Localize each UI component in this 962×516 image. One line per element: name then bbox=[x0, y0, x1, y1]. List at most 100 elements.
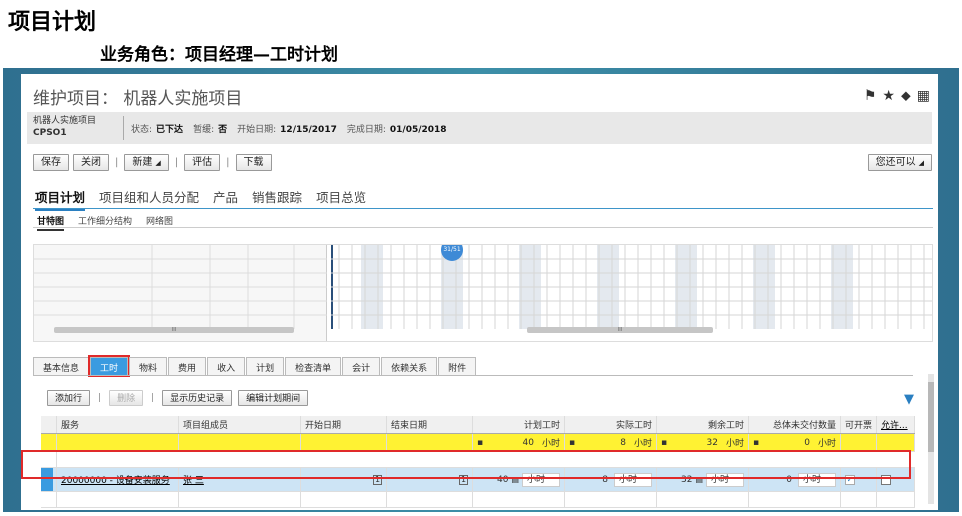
tab-gantt[interactable]: 甘特图 bbox=[37, 214, 65, 231]
row-member-cell[interactable]: 张 三 bbox=[179, 468, 301, 491]
row-open-quantity[interactable]: 0 小时 bbox=[749, 468, 841, 491]
tab-labor[interactable]: 工时 bbox=[88, 355, 131, 377]
col-service[interactable]: 服务 bbox=[57, 416, 179, 433]
more-actions-button[interactable]: 您还可以 ◢ bbox=[867, 154, 932, 171]
row-selector[interactable] bbox=[41, 468, 57, 491]
close-button[interactable]: 关闭 bbox=[73, 154, 109, 171]
row-planned-hours[interactable]: 40 ▤ 小时 bbox=[473, 468, 565, 491]
labor-toolbar: 添加行 | 删除 | 显示历史记录 编辑计划期间 bbox=[47, 390, 309, 406]
totals-marker bbox=[41, 434, 57, 451]
actual-unit[interactable]: 小时 bbox=[614, 472, 652, 487]
view-tabs-divider bbox=[33, 227, 933, 228]
save-button[interactable]: 保存 bbox=[33, 154, 69, 171]
table-header: 服务 项目组成员 开始日期 结束日期 计划工时 实际工时 剩余工时 总体未交付数… bbox=[41, 416, 915, 434]
row-remaining-hours[interactable]: 32 ▤ 小时 bbox=[657, 468, 749, 491]
col-remaining-hours[interactable]: 剩余工时 bbox=[657, 416, 749, 433]
col-open-quantity[interactable]: 总体未交付数量 bbox=[749, 416, 841, 433]
tab-attachments[interactable]: 附件 bbox=[438, 357, 477, 375]
tab-wbs[interactable]: 工作细分结构 bbox=[78, 214, 132, 231]
gantt-right-scrollbar[interactable]: III bbox=[527, 327, 713, 333]
open-qty-value[interactable]: 0 bbox=[786, 475, 792, 485]
row-planned-hours[interactable] bbox=[473, 492, 565, 507]
star-icon[interactable]: ★ bbox=[882, 88, 895, 104]
main-tabs-divider bbox=[33, 208, 933, 209]
details-icon[interactable]: ▤ bbox=[511, 475, 519, 484]
end-date-label: 完成日期: bbox=[346, 125, 386, 135]
tab-expenses[interactable]: 费用 bbox=[168, 357, 207, 375]
show-history-button[interactable]: 显示历史记录 bbox=[162, 390, 233, 406]
edit-plan-period-button[interactable]: 编辑计划期间 bbox=[238, 390, 309, 406]
tag-icon[interactable]: ⬥ bbox=[901, 88, 911, 104]
more-actions-label: 您还可以 bbox=[875, 157, 916, 168]
row-invoiceable[interactable]: ✓ bbox=[841, 468, 877, 491]
col-allow[interactable]: 允许... bbox=[877, 416, 915, 433]
remaining-unit[interactable]: 小时 bbox=[706, 472, 744, 487]
col-start-date[interactable]: 开始日期 bbox=[301, 416, 387, 433]
col-planned-hours[interactable]: 计划工时 bbox=[473, 416, 565, 433]
tab-network[interactable]: 网络图 bbox=[146, 214, 173, 231]
remaining-hours-value[interactable]: 32 bbox=[681, 475, 692, 485]
col-member[interactable]: 项目组成员 bbox=[179, 416, 301, 433]
actual-hours-value[interactable]: 8 bbox=[602, 475, 608, 485]
new-button[interactable]: 新建 ◢ bbox=[124, 154, 169, 171]
tab-basic-info[interactable]: 基本信息 bbox=[33, 357, 90, 375]
detail-tabs: 基本信息 工时 物料 费用 收入 计划 检查清单 会计 依赖关系 附件 bbox=[33, 355, 477, 377]
totals-actual-value: 8 bbox=[620, 437, 626, 448]
row-open-quantity[interactable] bbox=[749, 492, 841, 507]
row-service-cell[interactable]: 20000000 - 设备安装服务 bbox=[57, 468, 179, 491]
planned-hours-value[interactable]: 40 bbox=[497, 475, 508, 485]
tab-checklist[interactable]: 检查清单 bbox=[285, 357, 342, 375]
row-actual-hours[interactable]: 8 小时 bbox=[565, 468, 657, 491]
row-selector[interactable] bbox=[41, 492, 57, 507]
row-start-date[interactable]: 1 bbox=[301, 468, 387, 491]
add-row-button[interactable]: 添加行 bbox=[47, 390, 91, 406]
row-end-date[interactable] bbox=[387, 492, 473, 507]
tab-materials[interactable]: 物料 bbox=[129, 357, 168, 375]
project-name: 机器人实施项目 bbox=[33, 116, 97, 126]
main-toolbar: 保存 关闭 | 新建 ◢ | 评估 | 下载 bbox=[33, 154, 272, 171]
tab-accounting[interactable]: 会计 bbox=[342, 357, 381, 375]
row-allow[interactable] bbox=[877, 468, 915, 491]
scroll-thumb[interactable] bbox=[928, 382, 934, 452]
col-invoiceable[interactable]: 可开票 bbox=[841, 416, 877, 433]
page-title: 维护项目： 机器人实施项目 bbox=[33, 89, 243, 109]
allow-checkbox[interactable] bbox=[881, 474, 891, 485]
invoiceable-checkbox[interactable]: ✓ bbox=[845, 474, 855, 485]
totals-allow bbox=[877, 434, 915, 451]
table-row[interactable]: 20000000 - 设备安装服务 张 三 1 1 40 ▤ 小时 8 小时 32 ▤ 小… bbox=[41, 468, 915, 492]
service-link[interactable]: 20000000 - 设备安装服务 bbox=[61, 473, 170, 486]
row-actual-hours[interactable] bbox=[565, 492, 657, 507]
member-link[interactable]: 张 三 bbox=[183, 473, 204, 486]
new-button-label: 新建 bbox=[132, 157, 153, 168]
filter-icon[interactable]: ▼ bbox=[904, 392, 914, 407]
start-date-value: 12/15/2017 bbox=[280, 125, 337, 135]
tab-revenue[interactable]: 收入 bbox=[207, 357, 246, 375]
export-icon[interactable]: ▦ bbox=[917, 88, 930, 104]
col-end-date[interactable]: 结束日期 bbox=[387, 416, 473, 433]
table-row[interactable] bbox=[41, 492, 915, 508]
col-actual-hours[interactable]: 实际工时 bbox=[565, 416, 657, 433]
row-start-date[interactable] bbox=[301, 492, 387, 507]
flag-icon[interactable]: ⚑ bbox=[864, 88, 877, 104]
details-icon[interactable]: ▤ bbox=[695, 475, 703, 484]
row-remaining-hours[interactable] bbox=[657, 492, 749, 507]
row-invoiceable[interactable] bbox=[841, 492, 877, 507]
tab-plan[interactable]: 计划 bbox=[246, 357, 285, 375]
row-service-cell[interactable] bbox=[57, 492, 179, 507]
row-member-cell[interactable] bbox=[179, 492, 301, 507]
vertical-scrollbar[interactable] bbox=[928, 374, 934, 504]
tab-dependencies[interactable]: 依赖关系 bbox=[381, 357, 438, 375]
evaluate-button[interactable]: 评估 bbox=[184, 154, 221, 171]
delete-button[interactable]: 删除 bbox=[109, 390, 144, 406]
open-qty-unit[interactable]: 小时 bbox=[798, 472, 836, 487]
calendar-icon[interactable]: 1 bbox=[459, 474, 468, 485]
planned-unit[interactable]: 小时 bbox=[522, 472, 560, 487]
gantt-left-scrollbar[interactable]: III bbox=[54, 327, 294, 333]
totals-invoiceable bbox=[841, 434, 877, 451]
view-tabs: 甘特图 工作细分结构 网络图 bbox=[37, 214, 173, 231]
status-value: 已下达 bbox=[156, 125, 184, 135]
row-end-date[interactable]: 1 bbox=[387, 468, 473, 491]
download-button[interactable]: 下载 bbox=[235, 154, 272, 171]
calendar-icon[interactable]: 1 bbox=[373, 474, 382, 485]
row-allow[interactable] bbox=[877, 492, 915, 507]
